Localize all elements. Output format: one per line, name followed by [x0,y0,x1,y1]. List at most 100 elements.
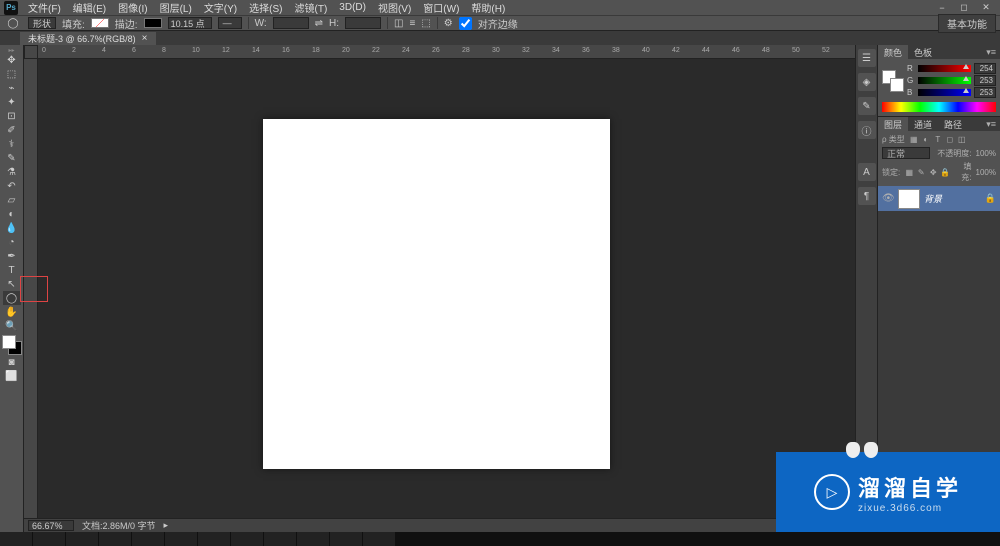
workspace-switcher[interactable]: 基本功能 [938,14,996,33]
layer-visibility-icon[interactable]: 👁 [882,193,894,204]
path-ops-icon[interactable]: ◫ [394,18,403,29]
taskbar-item[interactable] [363,532,395,546]
menu-view[interactable]: 视图(V) [372,0,417,15]
align-edges-checkbox[interactable] [459,17,472,30]
taskbar-item[interactable] [0,532,32,546]
status-arrow-icon[interactable]: ▸ [164,520,169,531]
color-fgbg-mini[interactable] [882,70,904,92]
blur-tool[interactable]: 💧 [3,221,21,235]
hand-tool[interactable]: ✋ [3,305,21,319]
fill-swatch[interactable] [91,18,109,28]
healing-brush-tool[interactable]: ⚕ [3,137,21,151]
info-panel-icon[interactable]: ⓘ [858,121,876,139]
menu-help[interactable]: 帮助(H) [465,0,511,15]
history-panel-icon[interactable]: ☰ [858,49,876,67]
brush-tool[interactable]: ✎ [3,151,21,165]
fill-opacity-value[interactable]: 100% [976,168,996,177]
filter-type-icon[interactable]: T [933,135,943,145]
path-selection-tool[interactable]: ↖ [3,277,21,291]
taskbar-item[interactable] [297,532,329,546]
screen-mode-toggle[interactable]: ⬜ [3,369,21,383]
properties-panel-icon[interactable]: ◈ [858,73,876,91]
taskbar-item[interactable] [66,532,98,546]
filter-adjust-icon[interactable]: ◐ [921,135,931,145]
taskbar-item[interactable] [198,532,230,546]
taskbar-item[interactable] [132,532,164,546]
pen-tool[interactable]: ✒ [3,249,21,263]
crop-tool[interactable]: ⊡ [3,109,21,123]
gear-icon[interactable]: ⚙ [444,18,453,29]
horizontal-ruler[interactable]: 0246810121416182022242628303234363840424… [38,45,855,59]
filter-smart-icon[interactable]: ◫ [957,135,967,145]
layer-row[interactable]: 👁 背景 🔒 [878,186,1000,212]
filter-pixel-icon[interactable]: ▦ [909,135,919,145]
filter-kind-icon[interactable]: ρ 类型 [882,134,905,145]
layer-lock-icon[interactable]: 🔒 [985,193,996,204]
lock-position-icon[interactable]: ✥ [928,167,938,177]
zoom-input[interactable]: 66.67% [28,520,74,531]
b-slider[interactable] [918,89,971,96]
color-tab[interactable]: 颜色 [878,45,908,59]
menu-layer[interactable]: 图层(L) [154,0,198,15]
paths-tab[interactable]: 路径 [938,117,968,131]
maximize-button[interactable]: ◻ [954,1,974,14]
vertical-ruler[interactable] [24,59,38,532]
menu-image[interactable]: 图像(I) [112,0,153,15]
dodge-tool[interactable]: ◔ [3,235,21,249]
color-spectrum[interactable] [882,102,996,112]
eraser-tool[interactable]: ▱ [3,193,21,207]
clone-stamp-tool[interactable]: ⚗ [3,165,21,179]
menu-edit[interactable]: 编辑(E) [67,0,112,15]
r-slider[interactable] [918,65,971,72]
document-tab[interactable]: 未标题-3 @ 66.7%(RGB/8) × [20,32,156,45]
stroke-style-dropdown[interactable]: — [218,17,242,29]
tool-preset-icon[interactable]: ◯ [4,16,22,30]
minimize-button[interactable]: − [932,1,952,14]
foreground-swatch[interactable] [2,335,16,349]
ruler-origin[interactable] [24,45,38,59]
layers-menu-icon[interactable]: ▾≡ [982,119,1000,130]
taskbar-item[interactable] [33,532,65,546]
taskbar-item[interactable] [264,532,296,546]
brush-panel-icon[interactable]: ✎ [858,97,876,115]
b-value[interactable]: 253 [974,87,996,98]
align-icon[interactable]: ≡ [409,18,415,29]
link-icon[interactable]: ⇌ [315,18,323,29]
lasso-tool[interactable]: ⌁ [3,81,21,95]
blend-mode-dropdown[interactable]: 正常 [882,147,930,159]
color-swatches[interactable] [2,335,22,355]
layer-name[interactable]: 背景 [924,192,942,205]
paragraph-panel-icon[interactable]: ¶ [858,187,876,205]
stroke-swatch[interactable] [144,18,162,28]
zoom-tool[interactable]: 🔍 [3,319,21,333]
taskbar-item[interactable] [330,532,362,546]
shape-mode-dropdown[interactable]: 形状 [28,17,56,29]
menu-window[interactable]: 窗口(W) [417,0,465,15]
g-slider[interactable] [918,77,971,84]
g-value[interactable]: 253 [974,75,996,86]
gradient-tool[interactable]: ◐ [3,207,21,221]
history-brush-tool[interactable]: ↶ [3,179,21,193]
marquee-tool[interactable]: ⬚ [3,67,21,81]
magic-wand-tool[interactable]: ✦ [3,95,21,109]
canvas-viewport[interactable] [38,59,855,532]
menu-type[interactable]: 文字(Y) [198,0,243,15]
panel-menu-icon[interactable]: ▾≡ [982,47,1000,58]
height-input[interactable] [345,17,381,29]
lock-pixels-icon[interactable]: ✎ [916,167,926,177]
menu-select[interactable]: 选择(S) [243,0,288,15]
close-button[interactable]: ✕ [976,1,996,14]
swatches-tab[interactable]: 色板 [908,45,938,59]
stroke-width-input[interactable] [168,17,212,29]
width-input[interactable] [273,17,309,29]
menu-filter[interactable]: 滤镜(T) [289,0,334,15]
r-value[interactable]: 254 [974,63,996,74]
canvas[interactable] [263,119,610,469]
taskbar-item[interactable] [231,532,263,546]
opacity-value[interactable]: 100% [976,149,996,158]
arrange-icon[interactable]: ⬚ [421,18,430,29]
taskbar-item[interactable] [99,532,131,546]
move-tool[interactable]: ✥ [3,53,21,67]
type-tool[interactable]: T [3,263,21,277]
mini-bg-swatch[interactable] [890,78,904,92]
